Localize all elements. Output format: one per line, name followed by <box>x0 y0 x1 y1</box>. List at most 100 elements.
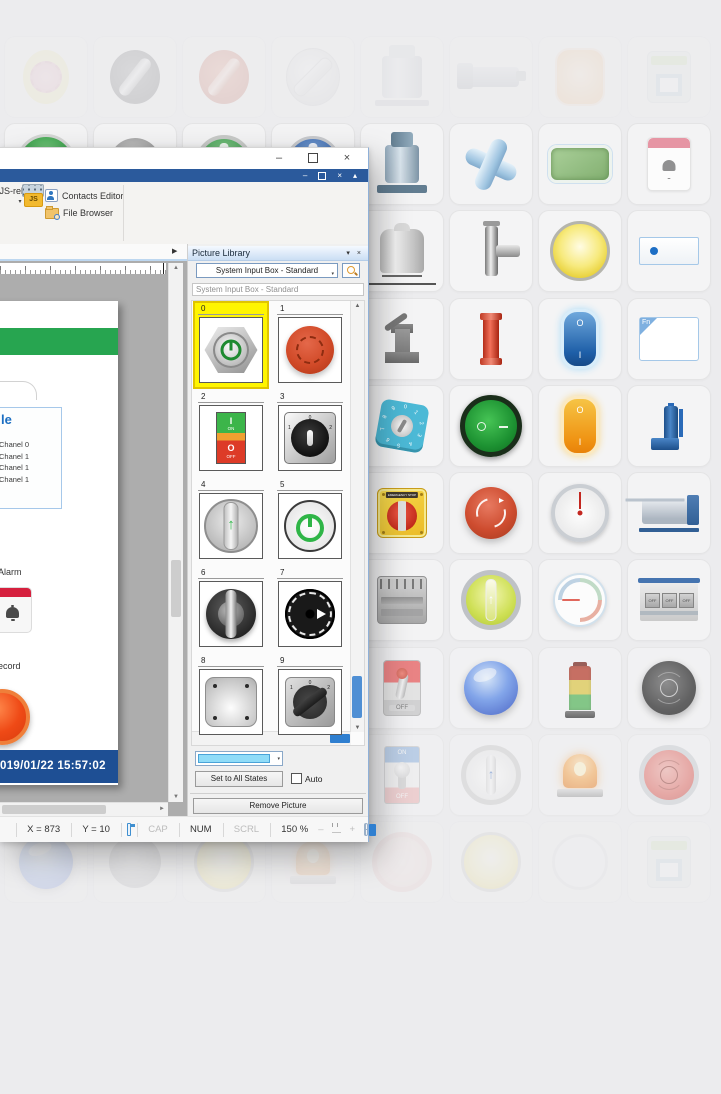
canvas-vertical-scrollbar[interactable]: ▲ ▼ <box>168 263 183 802</box>
bg-tile-knob-red[interactable] <box>182 36 266 118</box>
scroll-up-icon[interactable]: ▲ <box>169 265 183 271</box>
bg-tile-tower-light[interactable] <box>538 647 622 729</box>
scroll-down-icon[interactable]: ▼ <box>169 794 183 800</box>
panel-close-icon[interactable]: × <box>357 250 361 257</box>
picture-item-0[interactable]: 0 <box>195 303 267 387</box>
card-teal-icon <box>647 51 691 103</box>
bg-tile-rocker-green[interactable] <box>449 385 533 467</box>
bg-tile-estop-station[interactable]: EMERGENCY STOP <box>360 472 444 554</box>
bg-tile-alarm-card[interactable] <box>627 123 711 205</box>
file-browser-button[interactable]: File Browser <box>45 204 124 221</box>
bg-tile-vacuum-pump[interactable] <box>360 36 444 118</box>
picture-item-4[interactable]: 4 <box>195 479 267 563</box>
window-minimize-button[interactable]: – <box>266 150 292 167</box>
library-search-button[interactable] <box>342 263 360 278</box>
library-name-field[interactable]: System Input Box - Standard <box>192 283 364 296</box>
picture-item-6[interactable]: 6 <box>195 567 267 651</box>
bg-tile-knob-white-arrow[interactable] <box>449 734 533 816</box>
ribbon-close-button[interactable]: × <box>337 169 342 182</box>
bg-tile-card-teal[interactable] <box>627 821 711 903</box>
picture-item-8[interactable]: 8 <box>195 655 267 739</box>
bg-tile-rocker-orange[interactable]: OI <box>538 385 622 467</box>
bg-tile-coupling-red[interactable] <box>449 298 533 380</box>
scroll-down-icon[interactable]: ▼ <box>351 725 364 731</box>
rocker-orange-icon: OI <box>561 396 599 456</box>
bg-tile-gauge-color[interactable] <box>538 559 622 641</box>
canvas-horizontal-scrollbar[interactable]: ► <box>0 802 168 816</box>
display-green-icon <box>548 145 612 183</box>
bg-tile-pump-submersible[interactable] <box>360 123 444 205</box>
items-vscroll-thumb[interactable] <box>352 676 362 718</box>
picture-item-2[interactable]: 2IONOOFF <box>195 391 267 475</box>
bg-tile-knob-white[interactable] <box>271 36 355 118</box>
bg-tile-input-dot[interactable] <box>627 210 711 292</box>
fit-to-window-icon[interactable] <box>364 823 368 836</box>
bg-tile-beacon-orange[interactable] <box>538 734 622 816</box>
bg-tile-pump-horizontal[interactable] <box>627 472 711 554</box>
bg-tile-dial-digits[interactable]: 0123456789 <box>360 385 444 467</box>
bg-tile-valve-blue[interactable] <box>627 385 711 467</box>
ribbon-restore-icon[interactable] <box>318 172 326 180</box>
ribbon-collapse-button[interactable]: ▴ <box>353 169 357 182</box>
zoom-in-icon[interactable]: + <box>344 824 360 835</box>
picture-item-3[interactable]: 3102 <box>274 391 346 475</box>
bg-tile-toggle-red[interactable]: OFF <box>360 647 444 729</box>
bg-tile-pump-gray[interactable] <box>449 36 533 118</box>
bg-tile-pipe-cross[interactable] <box>449 123 533 205</box>
bg-tile-lamp-yellow[interactable] <box>449 821 533 903</box>
power-ring-green-icon <box>284 500 336 552</box>
alarm-red-bar <box>0 588 31 597</box>
bg-tile-knob-black[interactable] <box>93 36 177 118</box>
panel-title: le <box>1 412 12 427</box>
remove-picture-button[interactable]: Remove Picture <box>193 798 363 814</box>
set-to-all-states-button[interactable]: Set to All States <box>195 771 283 787</box>
bg-tile-breaker-block[interactable] <box>360 559 444 641</box>
js-related-button[interactable]: JS JS-related ▾ <box>0 184 46 242</box>
bg-tile-valve-gray[interactable] <box>360 298 444 380</box>
toggle-onoff-icon: ONOFF <box>384 746 420 804</box>
picture-item-1[interactable]: 1 <box>274 303 346 387</box>
panel-dropdown-icon[interactable]: ▾ <box>346 249 350 257</box>
items-vertical-scrollbar[interactable]: ▲ ▼ <box>350 301 364 732</box>
bg-tile-rocker-blue[interactable]: OI <box>538 298 622 380</box>
bg-tile-tank[interactable] <box>360 210 444 292</box>
canvas-vscroll-thumb[interactable] <box>171 560 181 617</box>
window-restore-button[interactable] <box>300 150 326 167</box>
window-close-button[interactable]: × <box>334 150 360 167</box>
bg-tile-dome-blue[interactable] <box>449 647 533 729</box>
picture-item-7[interactable]: 7 <box>274 567 346 651</box>
save-icon[interactable] <box>127 823 131 836</box>
bg-tile-lamp-orange[interactable] <box>538 36 622 118</box>
bg-tile-estop-arrows[interactable] <box>449 472 533 554</box>
bg-tile-gauge-white[interactable] <box>538 472 622 554</box>
ribbon-minimize-button[interactable]: – <box>303 169 307 182</box>
bg-tile-panel-fn[interactable]: Fn <box>627 298 711 380</box>
zoom-slider[interactable] <box>332 823 342 836</box>
bg-tile-toggle-onoff[interactable]: ONOFF <box>360 734 444 816</box>
bg-tile-lamp-yellow[interactable] <box>538 210 622 292</box>
bg-tile-knob-lime[interactable] <box>449 559 533 641</box>
picture-item-9[interactable]: 9102 <box>274 655 346 739</box>
contacts-editor-button[interactable]: Contacts Editor <box>45 187 124 204</box>
state-color-dropdown[interactable]: ▾ <box>195 751 283 766</box>
tab-scroll-right-icon[interactable]: ▶ <box>172 247 177 255</box>
bg-tile-estop-round[interactable] <box>4 36 88 118</box>
library-select-dropdown[interactable]: System Input Box - Standard ▾ <box>196 263 338 278</box>
bg-tile-ring-white[interactable] <box>538 821 622 903</box>
canvas-hscroll-thumb[interactable] <box>2 805 106 814</box>
bg-tile-buzzer-dark[interactable] <box>627 647 711 729</box>
zoom-slider-thumb[interactable] <box>369 824 376 836</box>
bg-tile-buzzer-red[interactable] <box>627 734 711 816</box>
scroll-up-icon[interactable]: ▲ <box>351 303 364 309</box>
library-select-value: System Input Box - Standard <box>216 266 318 275</box>
bg-tile-pipe-tee[interactable] <box>449 210 533 292</box>
scroll-right-icon[interactable]: ► <box>159 806 165 812</box>
bg-tile-display-green[interactable] <box>538 123 622 205</box>
zoom-out-icon[interactable]: – <box>313 824 328 835</box>
bg-tile-card-teal[interactable] <box>627 36 711 118</box>
auto-checkbox[interactable] <box>291 773 302 784</box>
picture-item-thumbnail: 102 <box>278 405 342 471</box>
num-lock-indicator: NUM <box>185 824 217 835</box>
bg-tile-breaker-panel[interactable]: OFFOFFOFF <box>627 559 711 641</box>
picture-item-5[interactable]: 5 <box>274 479 346 563</box>
